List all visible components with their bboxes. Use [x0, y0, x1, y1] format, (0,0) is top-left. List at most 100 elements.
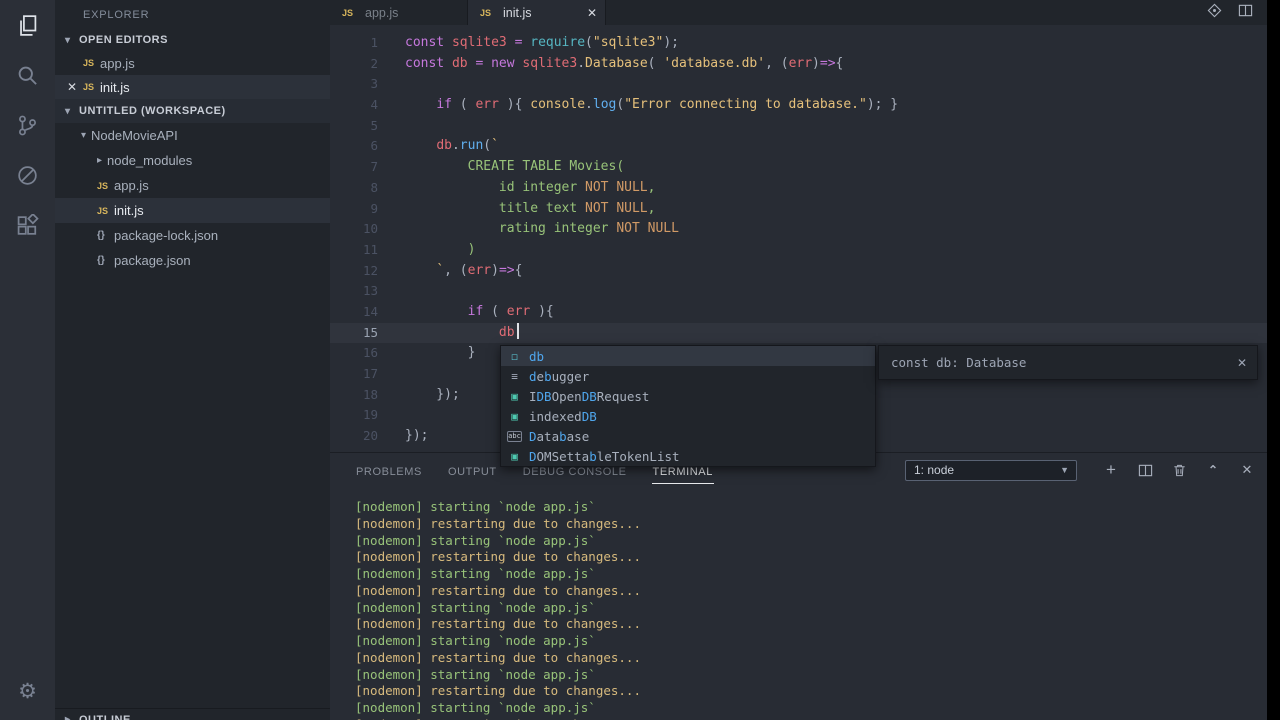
debug-icon[interactable]: [0, 150, 55, 200]
panel-tab-problems[interactable]: PROBLEMS: [355, 456, 423, 484]
tree-item-NodeMovieAPI[interactable]: ▾ NodeMovieAPI: [55, 123, 330, 148]
suggest-item-DOMSettableTokenList[interactable]: ▣ DOMSettableTokenList: [501, 446, 875, 466]
code-line[interactable]: 12 `, (err)=>{: [330, 261, 1267, 282]
terminal-line: [nodemon] starting `node app.js`: [355, 599, 596, 615]
terminal-line: [nodemon] starting `node app.js`: [355, 499, 596, 514]
line-number: 11: [362, 241, 378, 257]
close-icon[interactable]: ✕: [1237, 356, 1247, 370]
app-frame: ⚙ EXPLORER ▾ OPEN EDITORS JS app.js ✕ JS ini…: [0, 0, 1267, 720]
tree-item-package.json[interactable]: {} package.json: [55, 248, 330, 273]
code-line[interactable]: 15 db: [330, 322, 1267, 344]
suggest-item-Database[interactable]: abc Database: [501, 426, 875, 446]
open-editors-header[interactable]: ▾ OPEN EDITORS: [55, 29, 330, 51]
code-line[interactable]: 4 if ( err ){ console.log("Error connect…: [330, 95, 1267, 116]
file-tree: ▾ NodeMovieAPI ▸ node_modules JS app.js JS init…: [55, 123, 330, 273]
suggest-item-IDBOpenDBRequest[interactable]: ▣ IDBOpenDBRequest: [501, 386, 875, 406]
code-line[interactable]: 7 CREATE TABLE Movies(: [330, 157, 1267, 178]
diamond-icon[interactable]: [1207, 3, 1222, 23]
js-file-icon: JS: [97, 180, 109, 191]
suggest-item-indexedDB[interactable]: ▣ indexedDB: [501, 406, 875, 426]
chevron-down-icon: ▾: [65, 105, 71, 117]
tab-app-js[interactable]: JS app.js: [330, 0, 468, 25]
tree-item-package-lock.json[interactable]: {} package-lock.json: [55, 223, 330, 248]
new-terminal-plus-icon[interactable]: +: [1103, 460, 1119, 479]
text-cursor: [516, 322, 519, 339]
panel-tab-output[interactable]: OUTPUT: [447, 456, 498, 484]
code-text: `, (err)=>{: [436, 262, 523, 278]
activity-bar-bottom: ⚙: [0, 666, 55, 716]
suggest-item-debugger[interactable]: ≡ debugger: [501, 366, 875, 386]
code-text: if ( err ){: [467, 303, 554, 319]
code-line[interactable]: 11 ): [330, 240, 1267, 261]
line-number: 1: [370, 35, 378, 50]
json-file-icon: {}: [97, 255, 105, 266]
suggest-detail-text: const db: Database: [891, 355, 1027, 370]
bottom-panel: PROBLEMS OUTPUT DEBUG CONSOLE TERMINAL 1: n…: [330, 452, 1267, 720]
terminal-line: [nodemon] starting `node app.js`: [355, 532, 596, 548]
code-line[interactable]: 9 title text NOT NULL,: [330, 199, 1267, 220]
tab-label: app.js: [365, 5, 399, 20]
code-text: });: [405, 386, 460, 402]
code-line[interactable]: 10 rating integer NOT NULL: [330, 219, 1267, 240]
open-editor-app.js[interactable]: JS app.js: [55, 51, 330, 75]
close-icon[interactable]: ✕: [67, 80, 83, 94]
code-line[interactable]: 5: [330, 116, 1267, 137]
suggest-item-label: debugger: [529, 368, 590, 384]
vscode-window: ⚙ EXPLORER ▾ OPEN EDITORS JS app.js ✕ JS ini…: [0, 0, 1280, 720]
code-line[interactable]: 8 id integer NOT NULL,: [330, 178, 1267, 199]
terminal-line: [nodemon] restarting due to changes...: [355, 683, 641, 699]
line-number: 12: [362, 262, 378, 278]
extensions-icon[interactable]: [0, 200, 55, 250]
tab-init-js[interactable]: JS init.js ✕: [468, 0, 606, 25]
line-number: 13: [362, 283, 378, 299]
line-number: 9: [370, 200, 378, 216]
code-line[interactable]: 1 const sqlite3 = require("sqlite3");: [330, 33, 1267, 54]
settings-gear-icon[interactable]: ⚙: [0, 666, 55, 716]
split-editor-icon[interactable]: [1238, 3, 1253, 23]
tree-item-init.js[interactable]: JS init.js: [55, 198, 330, 223]
terminal-output[interactable]: [nodemon] starting `node app.js` [nodemon…: [330, 487, 1267, 720]
open-editor-init.js[interactable]: ✕ JS init.js: [55, 75, 330, 99]
line-number: 2: [370, 55, 378, 71]
code-text: db: [405, 322, 519, 344]
terminal-picker[interactable]: 1: node ▼: [905, 459, 1077, 481]
suggest-text-icon: abc: [507, 430, 522, 442]
split-terminal-icon[interactable]: [1137, 462, 1153, 478]
code-text: CREATE TABLE Movies(: [405, 159, 625, 175]
tree-item-label: package.json: [114, 253, 191, 268]
tree-item-node_modules[interactable]: ▸ node_modules: [55, 148, 330, 173]
code-text: if ( err ){ console.log("Error connectin…: [436, 97, 899, 113]
code-text: title text NOT NULL,: [405, 200, 656, 216]
explorer-sidebar: EXPLORER ▾ OPEN EDITORS JS app.js ✕ JS init.…: [55, 0, 330, 720]
code-line[interactable]: 14 if ( err ){: [330, 302, 1267, 323]
editor-tab-bar: JS app.js JS init.js ✕: [330, 0, 1267, 25]
tree-item-label: node_modules: [107, 153, 193, 168]
suggest-item-label: db: [529, 348, 545, 364]
suggest-item-label: DOMSettableTokenList: [529, 448, 680, 464]
code-line[interactable]: 6 db.run(`: [330, 136, 1267, 157]
close-panel-x-icon[interactable]: ✕: [1239, 462, 1255, 478]
kill-terminal-trash-icon[interactable]: [1171, 462, 1187, 478]
outline-header[interactable]: ▸ OUTLINE: [55, 708, 330, 720]
open-editors-list: JS app.js ✕ JS init.js: [55, 51, 330, 99]
explorer-files-icon[interactable]: [0, 0, 55, 50]
line-number: 20: [362, 428, 378, 444]
code-line[interactable]: 13: [330, 281, 1267, 302]
code-line[interactable]: 3: [330, 74, 1267, 95]
search-icon[interactable]: [0, 50, 55, 100]
workspace-header[interactable]: ▾ UNTITLED (WORKSPACE): [55, 99, 330, 123]
letterbox-bar: [1267, 0, 1280, 720]
line-number: 3: [370, 76, 378, 92]
maximize-chevron-up-icon[interactable]: ⌃: [1205, 462, 1221, 478]
tree-item-app.js[interactable]: JS app.js: [55, 173, 330, 198]
chevron-right-icon: ▸: [65, 714, 71, 720]
terminal-line: [nodemon] restarting due to changes...: [355, 515, 641, 531]
close-icon[interactable]: ✕: [587, 6, 597, 20]
suggest-item-db[interactable]: ◻ db: [501, 346, 875, 366]
chevron-down-icon: ▾: [81, 130, 87, 141]
source-control-icon[interactable]: [0, 100, 55, 150]
code-text: id integer NOT NULL,: [405, 179, 656, 195]
code-line[interactable]: 2 const db = new sqlite3.Database( 'datab…: [330, 54, 1267, 75]
js-file-icon: JS: [83, 82, 95, 92]
suggest-field-icon: ◻: [511, 349, 518, 363]
